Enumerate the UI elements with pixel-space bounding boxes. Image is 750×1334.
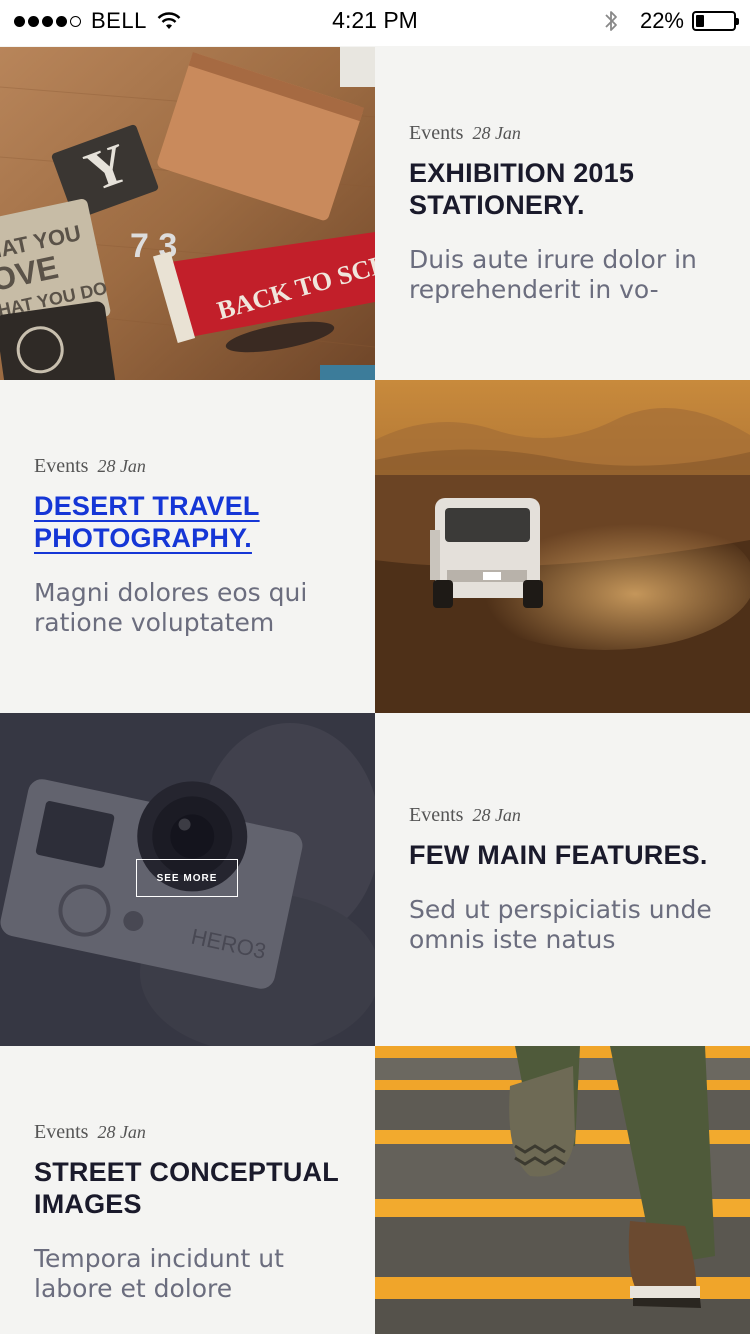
post-image-camera[interactable]: HERO3 SEE MORE — [0, 713, 375, 1046]
battery-icon — [692, 11, 739, 31]
post-image-desert[interactable] — [375, 380, 750, 713]
post-meta: Events 28 Jan — [34, 455, 355, 478]
post-title-link[interactable]: DESERT TRAVEL PHOTOGRAPHY. — [34, 490, 355, 554]
post-card-stationery[interactable]: Events 28 Jan EXHIBITION 2015 STATIONERY… — [375, 47, 750, 380]
post-excerpt: Magni dolores eos qui ratione voluptatem — [34, 578, 308, 637]
post-row: HERO3 SEE MORE Events 28 Jan FEW MAIN FE… — [0, 713, 750, 1046]
status-bar: BELL 4:21 PM 22% — [0, 0, 750, 46]
post-date: 28 Jan — [97, 1122, 146, 1142]
post-image-street[interactable] — [375, 1046, 750, 1334]
post-meta: Events 28 Jan — [409, 804, 730, 827]
battery-percentage: 22% — [639, 8, 684, 33]
post-card-desert[interactable]: Events 28 Jan DESERT TRAVEL PHOTOGRAPHY.… — [0, 380, 375, 713]
see-more-button[interactable]: SEE MORE — [136, 859, 238, 897]
post-row: Y HAT YOU OVE HAT YOU DO 7 3 BACK TO SCH… — [0, 47, 750, 380]
post-title[interactable]: STREET CONCEPTUAL IMAGES — [34, 1156, 355, 1220]
post-date: 28 Jan — [97, 456, 146, 476]
post-date: 28 Jan — [472, 123, 521, 143]
post-category: Events — [409, 804, 464, 826]
post-row: Events 28 Jan DESERT TRAVEL PHOTOGRAPHY.… — [0, 380, 750, 713]
post-meta: Events 28 Jan — [34, 1121, 355, 1144]
post-date: 28 Jan — [472, 805, 521, 825]
post-excerpt: Tempora incidunt ut labore et dolore — [34, 1244, 284, 1303]
post-card-street[interactable]: Events 28 Jan STREET CONCEPTUAL IMAGES T… — [0, 1046, 375, 1334]
post-row: Events 28 Jan STREET CONCEPTUAL IMAGES T… — [0, 1046, 750, 1334]
post-title[interactable]: FEW MAIN FEATURES. — [409, 839, 730, 871]
post-category: Events — [409, 122, 464, 144]
post-image-stationery[interactable]: Y HAT YOU OVE HAT YOU DO 7 3 BACK TO SCH — [0, 47, 375, 380]
post-meta: Events 28 Jan — [409, 122, 730, 145]
battery-fill — [696, 15, 704, 27]
bluetooth-icon — [605, 11, 617, 31]
status-right: 22% — [604, 8, 739, 34]
post-excerpt: Sed ut perspiciatis unde omnis iste natu… — [409, 895, 712, 954]
post-title[interactable]: EXHIBITION 2015 STATIONERY. — [409, 157, 730, 221]
post-grid: Y HAT YOU OVE HAT YOU DO 7 3 BACK TO SCH… — [0, 47, 750, 1334]
post-category: Events — [34, 455, 89, 477]
post-excerpt: Duis aute irure dolor in reprehenderit i… — [409, 245, 697, 304]
post-category: Events — [34, 1121, 89, 1143]
post-card-features[interactable]: Events 28 Jan FEW MAIN FEATURES. Sed ut … — [375, 713, 750, 1046]
